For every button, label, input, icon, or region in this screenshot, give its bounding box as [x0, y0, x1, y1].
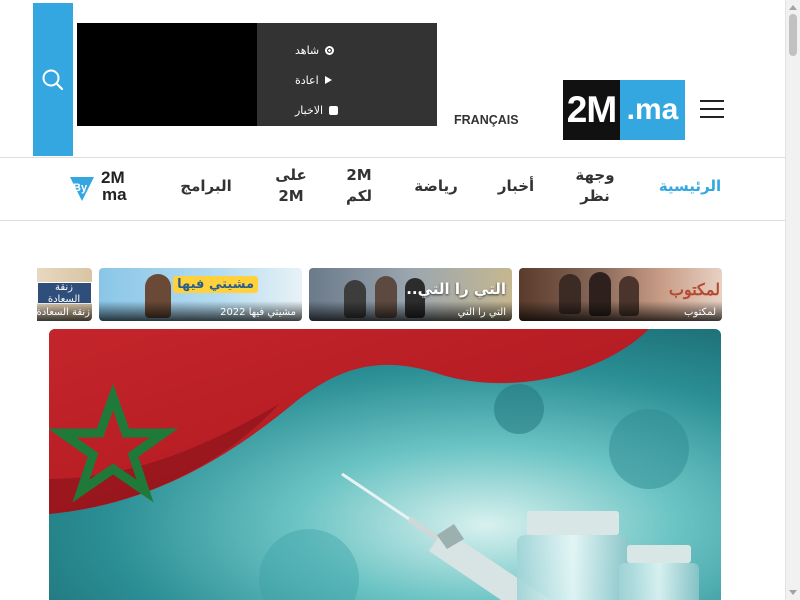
- page: شاهد اعادة الاخبار FRANÇAIS 2M .ma الرئي…: [0, 0, 785, 600]
- show-title-overlay: مشيتي فيها: [173, 276, 258, 293]
- nav-item-3la-2m[interactable]: على 2M: [268, 165, 314, 207]
- byme-ma: ma: [102, 185, 127, 204]
- shows-strip: لمكتوب لمكتوب التي را التي.. التي را الت…: [37, 268, 727, 321]
- byme-mark-icon: By: [70, 177, 94, 201]
- nav-item-programs[interactable]: البرامج: [170, 176, 242, 197]
- show-caption: التي را التي: [457, 307, 506, 318]
- show-card[interactable]: زنقة السعادة زنقة السعادة: [37, 268, 92, 321]
- nav-item-home[interactable]: الرئيسية: [650, 176, 730, 197]
- player-menu-watch-label: شاهد: [295, 43, 320, 57]
- news-icon: [329, 105, 339, 115]
- show-caption: مشيتي فيها 2022: [220, 307, 296, 318]
- show-caption: لمكتوب: [684, 307, 716, 318]
- player-menu-replay-label: اعادة: [295, 73, 319, 87]
- player-menu-replay[interactable]: اعادة: [295, 65, 415, 95]
- play-icon: [324, 76, 332, 84]
- show-title-overlay: التي را التي..: [406, 280, 506, 298]
- scroll-thumb[interactable]: [789, 14, 797, 56]
- player-menu-news-label: الاخبار: [295, 103, 324, 117]
- show-caption: زنقة السعادة: [37, 307, 90, 318]
- scrollbar[interactable]: [785, 0, 800, 600]
- radio-dot-icon: [325, 45, 335, 55]
- logo-ma: .ma: [626, 93, 679, 126]
- site-logo[interactable]: 2M .ma: [563, 80, 685, 140]
- player-menu-watch[interactable]: شاهد: [295, 35, 415, 65]
- show-title-overlay: لمكتوب: [668, 280, 720, 299]
- nav-item-opinion[interactable]: وجهة نظر: [566, 165, 624, 207]
- player-menu: شاهد اعادة الاخبار: [295, 35, 415, 125]
- scroll-up-icon[interactable]: [789, 5, 797, 10]
- search-button[interactable]: [33, 3, 73, 156]
- svg-text:By: By: [73, 182, 88, 194]
- show-card[interactable]: مشيتي فيها مشيتي فيها 2022: [99, 268, 302, 321]
- live-player[interactable]: شاهد اعادة الاخبار: [77, 23, 437, 126]
- player-screen[interactable]: [77, 23, 257, 126]
- nav-item-sports[interactable]: رياضة: [404, 176, 468, 197]
- player-menu-news[interactable]: الاخبار: [295, 95, 415, 125]
- nav-item-2m-lakum[interactable]: 2M لكم: [336, 165, 382, 207]
- logo-2m: 2M: [563, 80, 620, 140]
- nav-item-news[interactable]: أخبار: [488, 176, 544, 197]
- show-card[interactable]: لمكتوب لمكتوب: [519, 268, 722, 321]
- scroll-down-icon[interactable]: [789, 590, 797, 595]
- search-icon: [42, 69, 64, 90]
- byme-logo[interactable]: By 2M ma: [68, 169, 140, 206]
- menu-icon[interactable]: [700, 99, 724, 119]
- hero-image[interactable]: [49, 329, 721, 600]
- hero-illustration: [49, 329, 721, 600]
- show-card[interactable]: التي را التي.. التي را التي: [309, 268, 512, 321]
- language-switch[interactable]: FRANÇAIS: [454, 113, 519, 127]
